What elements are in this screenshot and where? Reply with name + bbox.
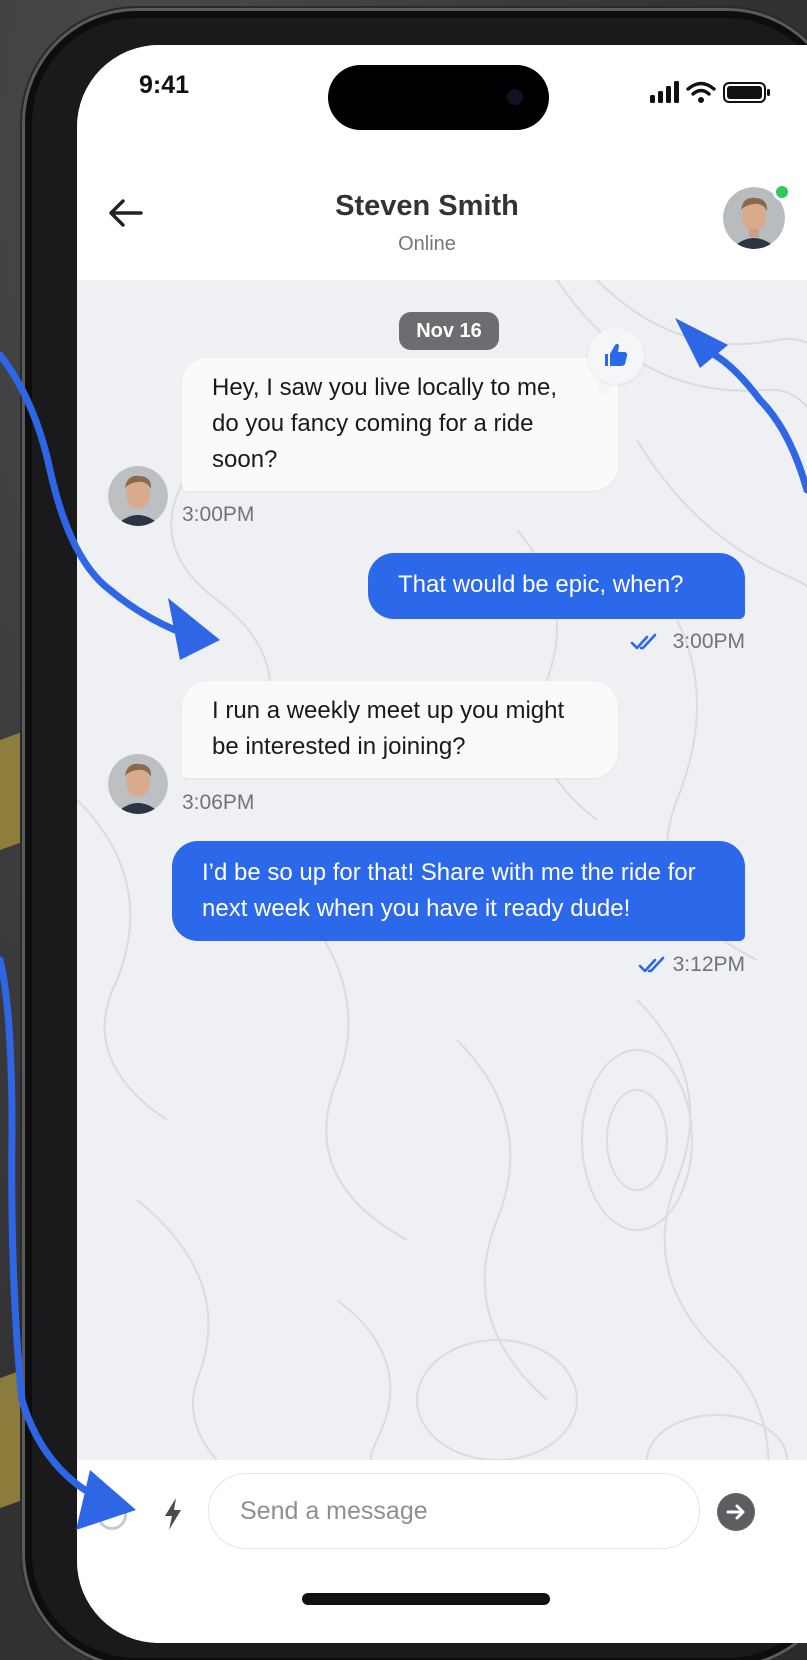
signal-icon (650, 81, 679, 103)
camera-icon (507, 89, 523, 105)
reaction-badge[interactable] (588, 328, 644, 384)
read-receipt-icon (630, 633, 657, 650)
chat-header: Steven Smith Online (77, 145, 807, 280)
incoming-message-bubble[interactable]: Hey, I saw you live locally to me, do yo… (182, 358, 618, 491)
send-button[interactable] (717, 1493, 755, 1531)
online-indicator (773, 183, 791, 201)
arrow-right-icon (726, 1504, 745, 1520)
message-timestamp: 3:00PM (672, 630, 745, 653)
wifi-icon (686, 81, 716, 96)
message-timestamp: 3:06PM (182, 791, 255, 814)
dynamic-island (328, 65, 549, 130)
status-time: 9:41 (139, 71, 190, 99)
message-thread[interactable]: Nov 16 Hey, I saw you live locally to me… (77, 280, 807, 1495)
presence-status: Online (398, 233, 456, 255)
contact-name: Steven Smith (335, 190, 519, 222)
sender-avatar[interactable] (108, 754, 168, 814)
outgoing-message-bubble[interactable]: That would be epic, when? (368, 553, 745, 619)
message-input[interactable] (208, 1473, 700, 1549)
phone-frame: 9:41 Steven Smith Online Nov 16 Hey, I s… (22, 8, 807, 1660)
app-screen: 9:41 Steven Smith Online Nov 16 Hey, I s… (77, 45, 807, 1643)
message-composer (77, 1460, 807, 1643)
emoji-icon[interactable] (97, 1500, 127, 1530)
bolt-icon[interactable] (159, 1496, 187, 1532)
presentation-background: 9:41 Steven Smith Online Nov 16 Hey, I s… (0, 0, 807, 1660)
thumbs-up-icon (605, 343, 628, 366)
sender-avatar[interactable] (108, 466, 168, 526)
date-separator: Nov 16 (399, 312, 499, 350)
message-timestamp: 3:00PM (182, 503, 255, 526)
status-bar: 9:41 (77, 45, 807, 145)
message-timestamp: 3:12PM (672, 953, 745, 976)
battery-icon (723, 82, 770, 103)
outgoing-message-bubble[interactable]: I’d be so up for that! Share with me the… (172, 841, 745, 941)
home-indicator[interactable] (302, 1593, 550, 1605)
read-receipt-icon (638, 956, 665, 973)
incoming-message-bubble[interactable]: I run a weekly meet up you might be inte… (182, 681, 618, 778)
system-icons (650, 81, 770, 103)
